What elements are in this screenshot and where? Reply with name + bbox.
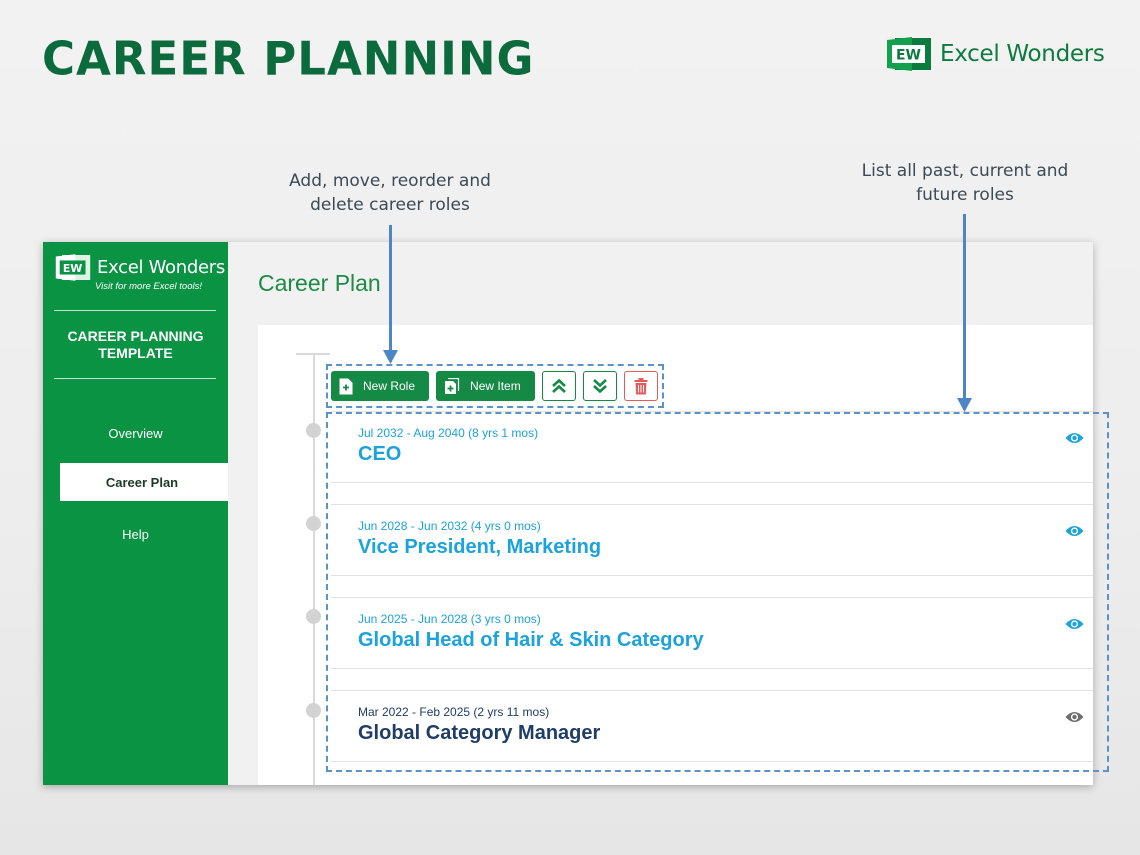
timeline-dot (306, 703, 321, 718)
annotation-toolbar: Add, move, reorder and delete career rol… (270, 169, 510, 217)
sidebar-item-overview[interactable]: Overview (43, 426, 228, 441)
arrow-head-icon (383, 350, 398, 364)
brand-name: Excel Wonders (940, 41, 1105, 67)
sidebar-brand-name: Excel Wonders (97, 257, 225, 278)
page-title: CAREER PLANNING (42, 31, 535, 86)
sidebar: EW Excel Wonders Visit for more Excel to… (43, 242, 228, 785)
annotation-arrow (389, 225, 392, 352)
brand-logo-top: EW Excel Wonders (886, 37, 1105, 71)
roles-highlight-box (326, 412, 1109, 772)
annotation-line: Add, move, reorder and (289, 171, 491, 191)
sidebar-item-career-plan[interactable]: Career Plan (60, 463, 228, 501)
excel-wonders-logo-icon: EW (887, 37, 931, 71)
annotation-line: List all past, current and (861, 161, 1069, 181)
svg-text:EW: EW (896, 48, 921, 64)
main-heading: Career Plan (258, 270, 381, 296)
annotation-roles: List all past, current and future roles (840, 159, 1090, 207)
sidebar-item-help[interactable]: Help (43, 527, 228, 542)
timeline-line (313, 353, 315, 785)
timeline-cap (296, 353, 330, 355)
sidebar-brand[interactable]: EW Excel Wonders (55, 254, 225, 281)
annotation-arrow (963, 214, 966, 400)
arrow-head-icon (957, 398, 972, 412)
svg-text:EW: EW (63, 262, 83, 275)
timeline-dot (306, 516, 321, 531)
excel-wonders-logo-icon: EW (55, 254, 91, 281)
timeline-dot (306, 423, 321, 438)
annotation-line: delete career roles (310, 195, 470, 215)
sidebar-title-line: TEMPLATE (98, 345, 173, 361)
sidebar-template-title: CAREER PLANNING TEMPLATE (43, 328, 228, 362)
timeline-dot (306, 609, 321, 624)
toolbar-highlight-box (326, 364, 664, 408)
annotation-line: future roles (916, 185, 1014, 205)
sidebar-divider (54, 310, 216, 311)
sidebar-tagline[interactable]: Visit for more Excel tools! (43, 281, 228, 292)
sidebar-title-line: CAREER PLANNING (67, 328, 204, 344)
sidebar-divider (54, 378, 216, 379)
